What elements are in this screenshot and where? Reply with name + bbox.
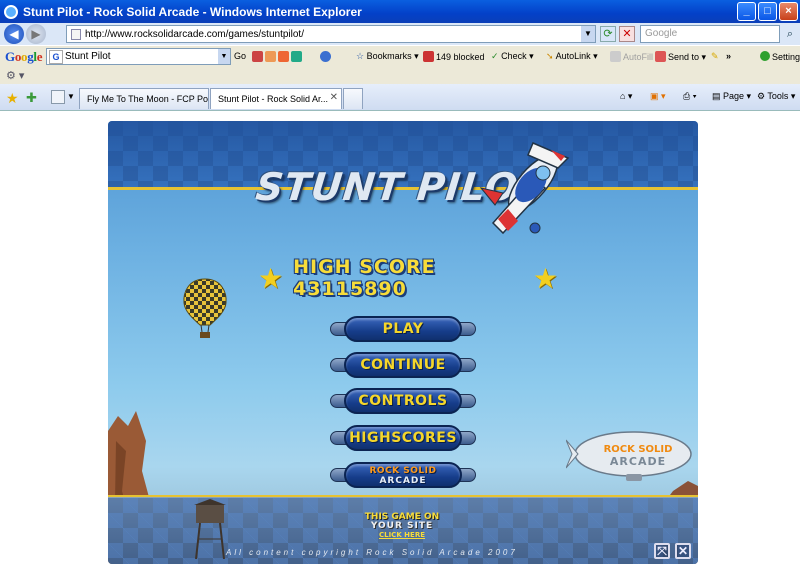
continue-label: CONTINUE — [344, 352, 462, 378]
favorites-star-icon[interactable]: ★ — [6, 90, 19, 107]
new-tab-button[interactable] — [343, 88, 363, 109]
bookmarks-button[interactable]: ☆ Bookmarks ▾ — [356, 51, 419, 62]
promo-line3: CLICK HERE — [378, 531, 425, 539]
tab-close-icon[interactable]: ✕ — [330, 92, 338, 103]
google-go-button[interactable]: Go — [234, 51, 246, 61]
settings-button[interactable]: Settings — [760, 51, 800, 62]
star-icon: ★ — [258, 262, 284, 294]
google-toolbar-row2: ⚙ ▾ — [0, 67, 800, 84]
water-tower-icon — [194, 499, 226, 559]
back-button[interactable]: ◀ — [4, 24, 24, 44]
play-label: PLAY — [344, 316, 462, 342]
address-dropdown-icon[interactable]: ▼ — [581, 26, 595, 42]
google-g-icon: G — [49, 49, 63, 64]
add-favorites-icon[interactable]: ✚ — [26, 90, 37, 106]
sendto-button[interactable]: Send to ▾ — [655, 51, 706, 63]
google-logo: Google — [5, 48, 43, 64]
google-search-dropdown-icon[interactable]: ▼ — [218, 49, 230, 64]
rsa-logo: ROCK SOLID ARCADE — [344, 462, 462, 488]
search-icon[interactable]: ⌕ — [782, 26, 798, 42]
toolbar-options-icon[interactable]: ⚙ ▾ — [6, 69, 24, 82]
tab-stunt-pilot[interactable]: Stunt Pilot - Rock Solid Ar... ✕ — [210, 88, 342, 109]
page-menu[interactable]: ▤ Page ▾ — [712, 91, 751, 102]
copyright-text: All content copyright Rock Solid Arcade … — [226, 548, 518, 557]
rsa-line1: ROCK SOLID — [369, 466, 437, 476]
tools-menu[interactable]: ⚙ Tools ▾ — [757, 91, 795, 102]
highscores-label: HIGHSCORES — [344, 425, 462, 451]
google-toolbar: Google G Stunt Pilot ▼ Go ☆ Bookmarks ▾ … — [0, 45, 800, 67]
page-icon — [71, 28, 81, 40]
tab-label: Stunt Pilot - Rock Solid Ar... — [218, 94, 329, 104]
continue-button[interactable]: CONTINUE — [330, 352, 476, 378]
minimize-button[interactable]: _ — [737, 2, 756, 21]
blimp-line2: ARCADE — [610, 455, 666, 468]
ie-icon — [4, 4, 18, 19]
rsa-line2: ARCADE — [379, 476, 427, 486]
high-score-text: HIGH SCORE 43115890 — [293, 256, 436, 300]
spellcheck-button[interactable]: ✓ Check ▾ — [491, 51, 534, 62]
highlight-icon[interactable]: ✎ — [711, 51, 719, 62]
quick-tabs-icon[interactable] — [51, 90, 65, 104]
tab-bar: ★ ✚ ▼ Fly Me To The Moon - FCP Po... Stu… — [0, 84, 800, 111]
blimp-icon: ROCK SOLID ARCADE — [566, 431, 692, 481]
google-search-value: Stunt Pilot — [65, 51, 111, 62]
rock-solid-arcade-button[interactable]: ROCK SOLID ARCADE — [330, 462, 476, 488]
window-titlebar: Stunt Pilot - Rock Solid Arcade - Window… — [0, 0, 800, 23]
star-icon: ★ — [532, 262, 558, 294]
maximize-button[interactable]: □ — [758, 2, 777, 21]
tab-list-dropdown-icon[interactable]: ▼ — [67, 92, 75, 101]
controls-button[interactable]: CONTROLS — [330, 388, 476, 414]
page-content: STUNT PILOT ★ HIGH SCORE 43115890 ★ PLAY… — [0, 112, 800, 567]
more-button[interactable]: » — [726, 51, 731, 61]
blimp-line1: ROCK SOLID — [604, 444, 673, 455]
stop-button[interactable]: ✕ — [619, 26, 635, 42]
promo-line2: YOUR SITE — [370, 521, 434, 531]
close-button[interactable]: × — [779, 2, 798, 21]
tab-label: Fly Me To The Moon - FCP Po... — [87, 94, 209, 104]
url-text: http://www.rocksolidarcade.com/games/stu… — [85, 28, 304, 40]
forward-button[interactable]: ▶ — [26, 24, 46, 44]
highscores-button[interactable]: HIGHSCORES — [330, 425, 476, 451]
embed-promo-link[interactable]: THIS GAME ON YOUR SITE CLICK HERE — [358, 513, 446, 540]
hot-air-balloon-icon — [183, 278, 227, 338]
address-field[interactable]: http://www.rocksolidarcade.com/games/stu… — [66, 25, 596, 43]
play-button[interactable]: PLAY — [330, 316, 476, 342]
search-input[interactable]: Google — [640, 25, 780, 43]
autolink-button[interactable]: ➘ AutoLink ▾ — [546, 51, 598, 62]
window-title: Stunt Pilot - Rock Solid Arcade - Window… — [23, 4, 362, 19]
game-canvas[interactable]: STUNT PILOT ★ HIGH SCORE 43115890 ★ PLAY… — [108, 121, 698, 564]
refresh-button[interactable]: ⟳ — [600, 26, 616, 42]
settings-icon — [760, 51, 770, 61]
stunt-plane-icon — [479, 142, 570, 235]
autofill-button[interactable]: AutoFill — [610, 51, 653, 62]
quit-game-icon[interactable]: ✕ — [675, 543, 691, 559]
controls-label: CONTROLS — [344, 388, 462, 414]
news-icon[interactable] — [320, 51, 333, 62]
print-icon[interactable]: ⎙ ▾ — [683, 91, 696, 102]
fullscreen-icon[interactable]: ⤧ — [654, 543, 670, 559]
home-icon[interactable]: ⌂ ▾ — [620, 91, 632, 102]
feeds-icon[interactable]: ▣ ▾ — [650, 91, 666, 102]
google-search-input[interactable]: G Stunt Pilot ▼ — [46, 48, 231, 65]
tab-fly-me-to-the-moon[interactable]: Fly Me To The Moon - FCP Po... — [79, 88, 209, 109]
popup-blocker[interactable]: 149 blocked — [423, 51, 485, 62]
toolbar-icons-group[interactable] — [252, 51, 304, 62]
high-score: ★ HIGH SCORE 43115890 ★ — [258, 256, 558, 300]
address-toolbar: ◀ ▶ http://www.rocksolidarcade.com/games… — [0, 23, 800, 45]
